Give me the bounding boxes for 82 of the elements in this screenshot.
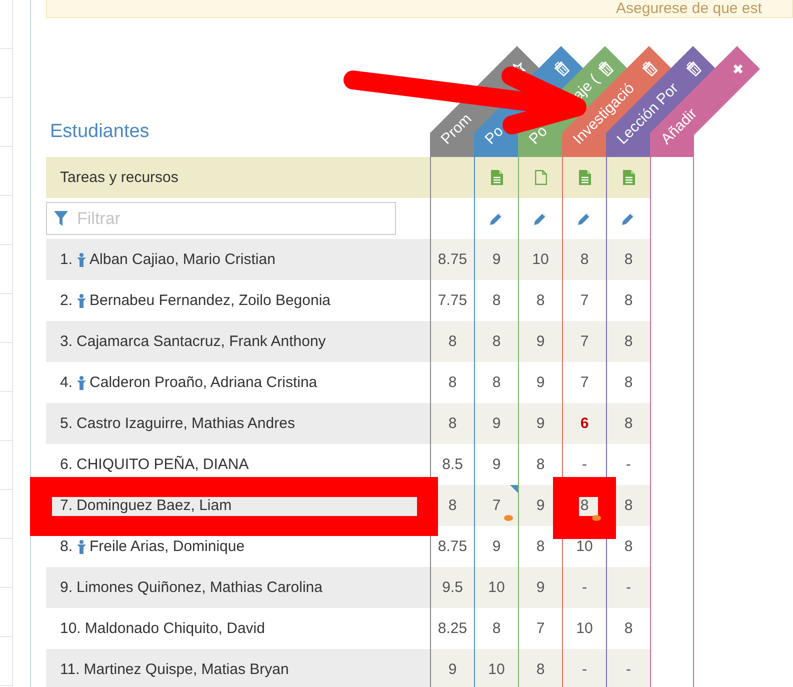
grade-value[interactable]: 8 — [624, 538, 633, 555]
row-label: Tareas y recursos — [60, 169, 178, 186]
grade-value[interactable]: 9.5 — [442, 579, 463, 596]
filter-field[interactable]: Filtrar — [46, 202, 396, 235]
grade-value[interactable]: 8.75 — [438, 538, 468, 555]
grade-value[interactable]: 9 — [536, 497, 545, 514]
row-number: 8. — [60, 538, 73, 555]
student-name[interactable]: Bernabeu Fernandez, Zoilo Begonia — [90, 292, 331, 309]
grade-value[interactable]: - — [626, 456, 631, 473]
row-number: 2. — [60, 292, 73, 309]
grade-value[interactable]: 9 — [492, 538, 501, 555]
section-title: Estudiantes — [49, 121, 150, 143]
grade-value[interactable]: 8 — [448, 415, 457, 432]
grade-value[interactable]: 9 — [492, 415, 501, 432]
student-name[interactable]: Freile Arias, Dominique — [90, 538, 245, 555]
grade-value[interactable]: 8 — [448, 497, 457, 514]
grade-value[interactable]: 10 — [488, 661, 505, 678]
grade-value[interactable]: 7 — [580, 292, 589, 309]
grade-value[interactable]: 8 — [492, 374, 501, 391]
grade-value[interactable]: 8 — [492, 333, 501, 350]
grade-value[interactable]: 9 — [448, 661, 457, 678]
row-number: 1. — [60, 251, 73, 268]
grade-value[interactable]: 8 — [448, 333, 457, 350]
grade-value[interactable]: 7 — [580, 374, 589, 391]
grade-value[interactable]: 9 — [536, 374, 545, 391]
grade-value[interactable]: 8 — [448, 374, 457, 391]
row-number: 11. — [60, 661, 80, 678]
grade-value[interactable]: 8.25 — [438, 620, 468, 637]
grade-value[interactable]: 7 — [580, 333, 589, 350]
grade-value[interactable]: 8.5 — [442, 456, 463, 473]
grade-value[interactable]: 9 — [536, 333, 545, 350]
grade-value[interactable]: 8 — [624, 497, 633, 514]
grade-value[interactable]: 10 — [576, 620, 593, 637]
row-number: 3. — [60, 333, 73, 350]
grade-value[interactable]: 10 — [532, 251, 549, 268]
student-name[interactable]: Martinez Quispe, Matias Bryan — [84, 661, 289, 678]
grade-value[interactable]: 8 — [536, 292, 545, 309]
student-name[interactable]: Maldonado Chiquito, David — [84, 620, 265, 637]
grade-value[interactable]: 8 — [624, 333, 633, 350]
student-name[interactable]: Alban Cajiao, Mario Cristian — [90, 251, 276, 268]
row-number: 10. — [60, 620, 81, 637]
grade-value[interactable]: 8 — [624, 292, 633, 309]
student-name[interactable]: Limones Quiñonez, Mathias Carolina — [76, 579, 322, 596]
row-number: 6. — [60, 456, 73, 473]
student-name[interactable]: CHIQUITO PEÑA, DIANA — [76, 456, 249, 473]
grade-value[interactable]: 10 — [576, 538, 593, 555]
grade-value[interactable]: 8 — [624, 620, 633, 637]
grade-value[interactable]: 6 — [580, 415, 589, 432]
grade-value[interactable]: 7 — [536, 620, 545, 637]
grade-value[interactable]: 8 — [536, 538, 545, 555]
student-name[interactable]: Cajamarca Santacruz, Frank Anthony — [76, 333, 326, 350]
grade-value[interactable]: 8 — [580, 497, 589, 514]
grade-value[interactable]: - — [626, 579, 631, 596]
grade-value[interactable]: 9 — [536, 579, 545, 596]
grade-value[interactable]: 7 — [492, 497, 501, 514]
grade-value[interactable]: 9 — [536, 415, 545, 432]
grade-value[interactable]: - — [582, 579, 587, 596]
grade-value[interactable]: 8 — [492, 292, 501, 309]
row-number: 4. — [60, 374, 73, 391]
grade-value[interactable]: - — [582, 661, 587, 678]
student-name[interactable]: Castro Izaguirre, Mathias Andres — [76, 415, 295, 432]
grade-value[interactable]: 10 — [488, 579, 505, 596]
row-number: 7. — [60, 497, 73, 514]
grade-value[interactable]: 8 — [536, 456, 545, 473]
grade-value[interactable]: 9 — [492, 456, 501, 473]
student-name[interactable]: Calderon Proaño, Adriana Cristina — [90, 374, 318, 391]
grade-value[interactable]: - — [582, 456, 587, 473]
tab-label: Po — [482, 122, 507, 148]
grade-value[interactable]: 8 — [492, 620, 501, 637]
student-name[interactable]: Dominguez Baez, Liam — [76, 497, 232, 514]
grade-value[interactable]: 7.75 — [438, 292, 468, 309]
grade-value[interactable]: 8 — [624, 374, 633, 391]
grade-value[interactable]: 8.75 — [438, 251, 468, 268]
row-number: 9. — [60, 579, 73, 596]
grade-value[interactable]: 8 — [624, 415, 633, 432]
grade-value[interactable]: 8 — [536, 661, 545, 678]
grade-value[interactable]: - — [626, 661, 631, 678]
grade-value[interactable]: 9 — [492, 251, 501, 268]
grade-value[interactable]: 8 — [580, 251, 589, 268]
grade-value[interactable]: 8 — [624, 251, 633, 268]
row-number: 5. — [60, 415, 73, 432]
alert-text: Asegurese de que est — [616, 1, 762, 16]
